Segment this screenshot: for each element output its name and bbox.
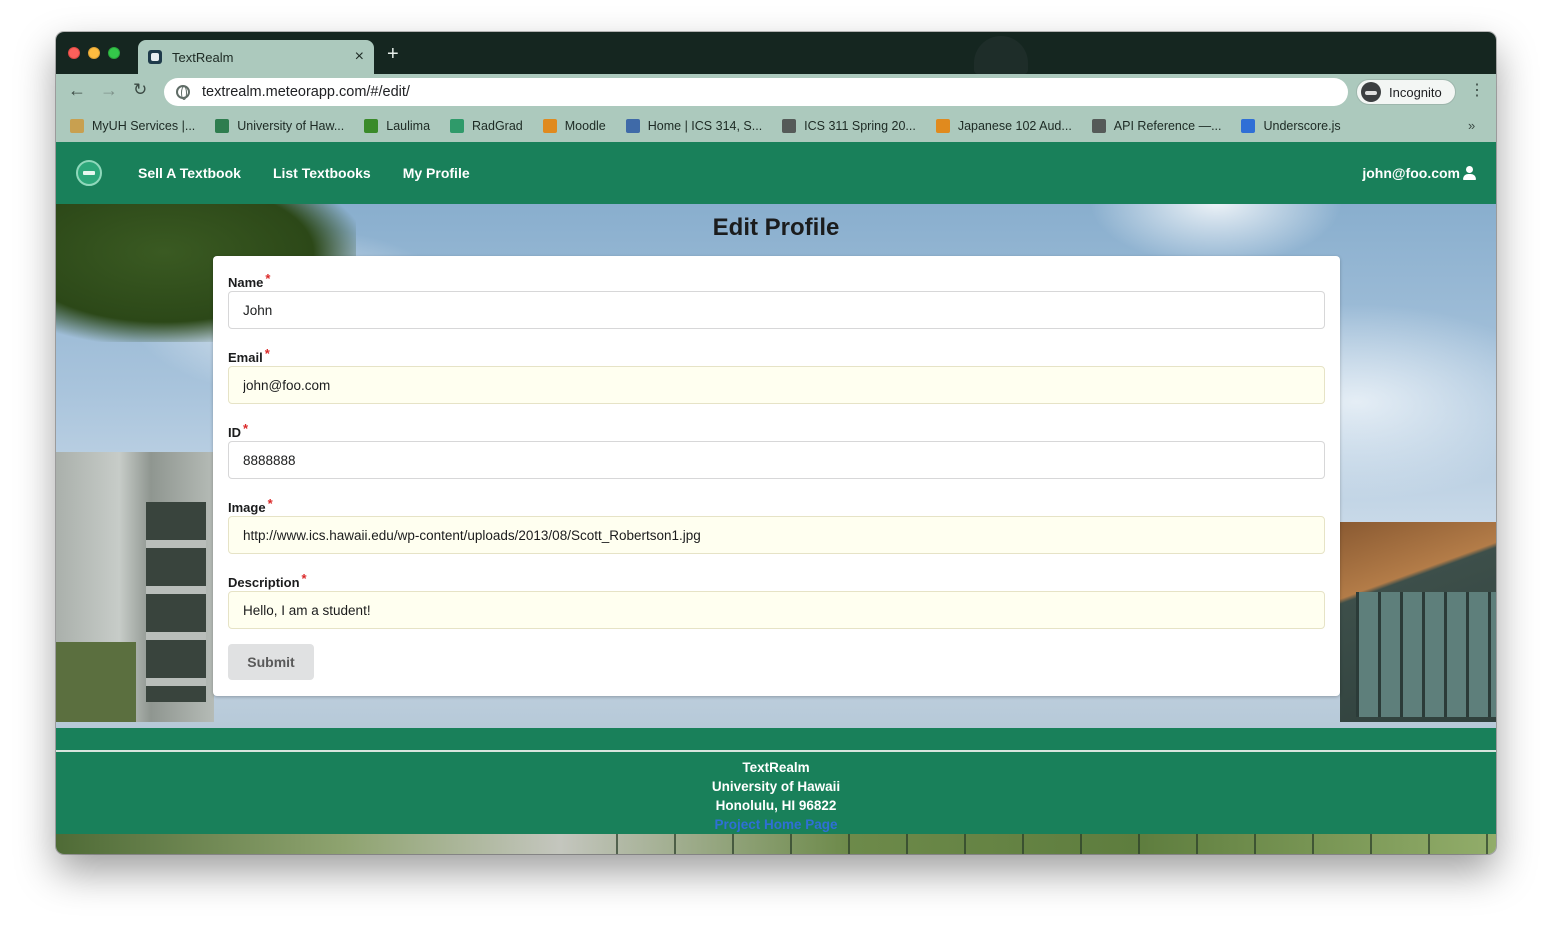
tab-strip: TextRealm × + (56, 32, 1496, 74)
footer-app-name: TextRealm (742, 760, 810, 775)
bookmark-icon (782, 119, 797, 133)
maximize-window-button[interactable] (108, 47, 120, 59)
bookmark-moodle[interactable]: Moodle (542, 119, 606, 133)
description-label: Description * (228, 571, 307, 590)
site-navbar: Sell A Textbook List Textbooks My Profil… (56, 142, 1496, 204)
new-tab-button[interactable]: + (387, 44, 399, 64)
bookmark-radgrad[interactable]: RadGrad (450, 119, 523, 133)
theme-mascot-image (974, 36, 1028, 74)
id-field-group: ID * (228, 419, 1325, 479)
bookmark-laulima[interactable]: Laulima (364, 119, 430, 133)
submit-button[interactable]: Submit (228, 644, 314, 680)
required-marker: * (267, 496, 273, 511)
required-marker: * (243, 421, 249, 436)
url-text[interactable]: textrealm.meteorapp.com/#/edit/ (202, 84, 410, 100)
image-url-input[interactable] (228, 516, 1325, 554)
minimize-window-button[interactable] (88, 47, 100, 59)
background-windows-right (1356, 592, 1496, 717)
background-shrubs (56, 642, 136, 722)
tab-textrealm[interactable]: TextRealm × (138, 40, 374, 74)
nav-my-profile[interactable]: My Profile (403, 165, 470, 181)
id-input[interactable] (228, 441, 1325, 479)
bookmark-icon (364, 119, 379, 133)
email-label: Email * (228, 346, 270, 365)
description-field-group: Description * (228, 569, 1325, 629)
browser-toolbar: ← → ↻ textrealm.meteorapp.com/#/edit/ In… (56, 74, 1496, 110)
bookmark-ics314[interactable]: Home | ICS 314, S... (625, 119, 762, 133)
required-marker: * (264, 346, 270, 361)
address-bar[interactable]: textrealm.meteorapp.com/#/edit/ (164, 78, 1348, 106)
bookmark-japanese102[interactable]: Japanese 102 Aud... (935, 119, 1072, 133)
name-label: Name * (228, 271, 271, 290)
bookmark-underscore[interactable]: Underscore.js (1241, 119, 1341, 133)
page-content: Sell A Textbook List Textbooks My Profil… (56, 142, 1496, 854)
tab-title: TextRealm (172, 49, 234, 65)
footer-university: University of Hawaii (711, 779, 841, 794)
bookmark-icon (1241, 119, 1256, 133)
back-button[interactable]: ← (68, 81, 86, 99)
bookmark-icon (935, 119, 950, 133)
user-icon (1463, 166, 1476, 180)
bookmark-icon (1091, 119, 1106, 133)
email-field-group: Email * (228, 344, 1325, 404)
project-home-page-link[interactable]: Project Home Page (56, 815, 1496, 834)
user-menu[interactable]: john@foo.com (1362, 165, 1476, 181)
tab-close-icon[interactable]: × (355, 49, 364, 65)
incognito-icon (1361, 82, 1381, 102)
bookmark-icon (450, 119, 465, 133)
browser-window: TextRealm × + ← → ↻ textrealm.meteorapp.… (56, 32, 1496, 854)
edit-profile-form: Name* Email* ID* Image* Description* Sub… (213, 256, 1340, 696)
id-label: ID * (228, 421, 249, 440)
browser-menu-icon[interactable]: ⋮ (1469, 83, 1485, 99)
bookmark-icon (70, 119, 84, 133)
bookmark-university[interactable]: University of Haw... (215, 119, 344, 133)
window-controls (68, 47, 120, 59)
background-fence (616, 834, 1496, 854)
textrealm-logo-icon[interactable] (76, 160, 102, 186)
description-input[interactable] (228, 591, 1325, 629)
footer-address: Honolulu, HI 96822 (715, 798, 837, 813)
image-field-group: Image * (228, 494, 1325, 554)
close-window-button[interactable] (68, 47, 80, 59)
image-label: Image * (228, 496, 273, 515)
background-windows-left (146, 502, 206, 702)
nav-list-textbooks[interactable]: List Textbooks (273, 165, 371, 181)
site-footer: TextRealm University of Hawaii Honolulu,… (56, 752, 1496, 834)
bookmark-icon (215, 119, 230, 133)
incognito-indicator[interactable]: Incognito (1356, 79, 1456, 105)
bookmark-ics311[interactable]: ICS 311 Spring 20... (782, 119, 916, 133)
email-input[interactable] (228, 366, 1325, 404)
bookmark-myuh[interactable]: MyUH Services |... (70, 119, 195, 133)
favicon-icon (148, 50, 162, 64)
bookmark-icon (542, 119, 557, 133)
page-title: Edit Profile (712, 214, 840, 241)
name-input[interactable] (228, 291, 1325, 329)
site-info-icon[interactable] (176, 85, 190, 100)
required-marker: * (265, 271, 271, 286)
reload-button[interactable]: ↻ (133, 81, 147, 98)
bookmark-icon (625, 119, 640, 133)
nav-sell-textbook[interactable]: Sell A Textbook (138, 165, 241, 181)
required-marker: * (301, 571, 307, 586)
name-field-group: Name * (228, 269, 1325, 329)
bookmarks-overflow-icon[interactable]: » (1468, 118, 1475, 133)
footer-top-band (56, 728, 1496, 750)
bookmarks-bar: MyUH Services |... University of Haw... … (56, 110, 1496, 142)
forward-button[interactable]: → (100, 81, 118, 99)
bookmark-api-reference[interactable]: API Reference —... (1091, 119, 1221, 133)
user-email: john@foo.com (1362, 165, 1460, 181)
incognito-label: Incognito (1389, 84, 1442, 100)
